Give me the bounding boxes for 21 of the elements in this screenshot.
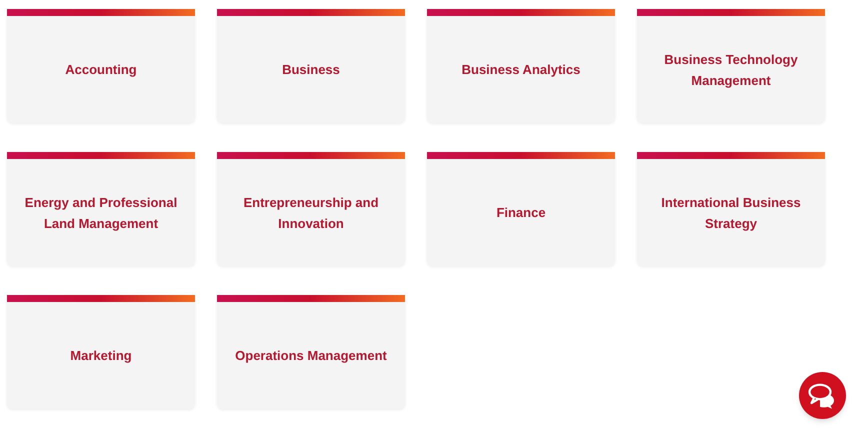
program-title: Business Technology Management: [663, 50, 799, 90]
program-card[interactable]: Finance: [427, 152, 615, 266]
program-card[interactable]: Business: [217, 9, 405, 123]
program-card[interactable]: Business Technology Management: [637, 9, 825, 123]
program-card[interactable]: Marketing: [7, 295, 195, 409]
program-title: Marketing: [70, 347, 132, 365]
program-title: Business Analytics: [462, 61, 580, 79]
program-title: Operations Management: [235, 347, 387, 365]
program-title: Energy and Professional Land Management: [24, 194, 178, 233]
program-card[interactable]: Operations Management: [217, 295, 405, 409]
program-title: Accounting: [65, 61, 137, 79]
chat-button[interactable]: [799, 372, 846, 419]
program-title: Business: [282, 61, 340, 79]
program-card[interactable]: Energy and Professional Land Management: [7, 152, 195, 266]
program-title: Finance: [496, 204, 546, 222]
program-card[interactable]: International Business Strategy: [637, 152, 825, 266]
program-card[interactable]: Business Analytics: [427, 9, 615, 123]
program-title: Entrepreneurship and Innovation: [242, 194, 380, 232]
program-card[interactable]: Accounting: [7, 9, 195, 123]
program-card[interactable]: Entrepreneurship and Innovation: [217, 152, 405, 266]
program-title: International Business Strategy: [660, 194, 802, 233]
